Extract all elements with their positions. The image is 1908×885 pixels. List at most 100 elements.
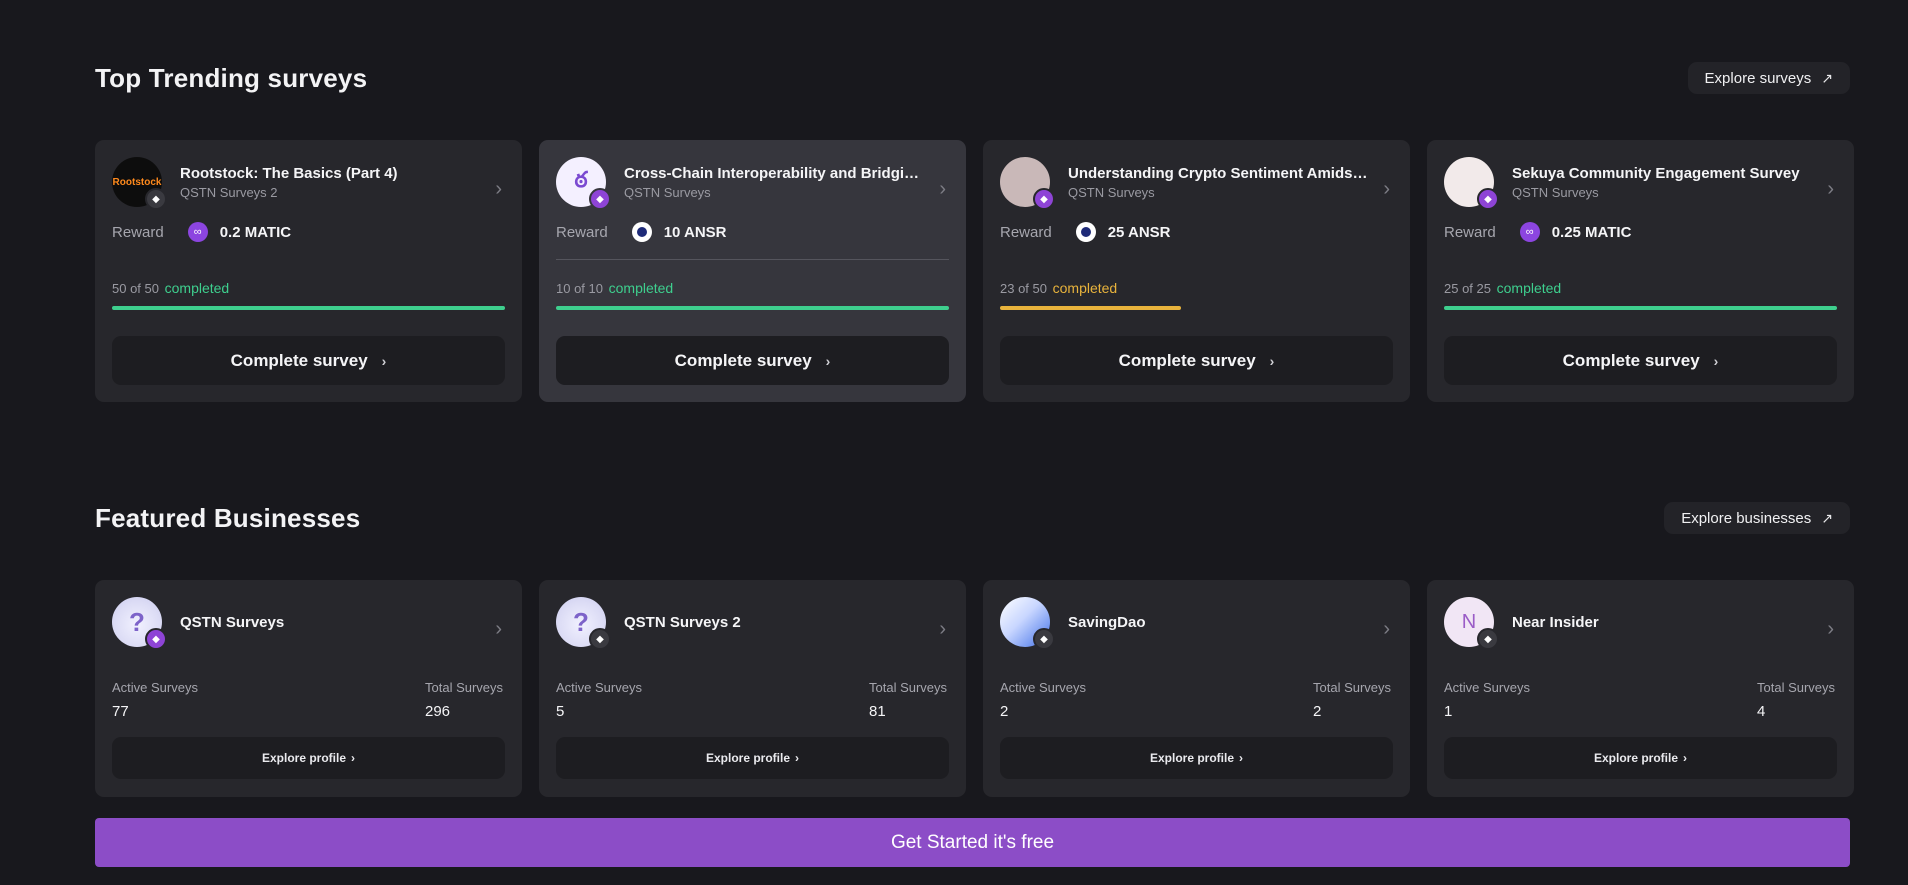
active-surveys-label: Active Surveys (112, 680, 198, 695)
complete-survey-label: Complete survey (1562, 350, 1700, 370)
business-name: QSTN Surveys (180, 613, 285, 631)
complete-survey-button[interactable]: Complete survey › (556, 336, 949, 385)
survey-card[interactable]: ◆ Sekuya Community Engagement Survey QST… (1427, 140, 1854, 402)
survey-title-block: Cross-Chain Interoperability and Bridgin… (624, 165, 924, 200)
chevron-right-icon[interactable]: › (495, 178, 502, 201)
business-name: Near Insider (1512, 613, 1599, 631)
business-card[interactable]: ? ◆ QSTN Surveys › Active Surveys 77 Tot… (95, 580, 522, 797)
get-started-button[interactable]: Get Started it's free (95, 818, 1850, 867)
total-surveys-label: Total Surveys (1313, 680, 1392, 695)
survey-card[interactable]: ◆ Understanding Crypto Sentiment Amidst … (983, 140, 1410, 402)
progress-bar (556, 306, 949, 310)
business-name: SavingDao (1068, 613, 1146, 631)
total-surveys-value: 296 (425, 703, 451, 720)
chevron-right-icon[interactable]: › (1827, 178, 1834, 201)
chevron-right-icon[interactable]: › (939, 178, 946, 201)
complete-survey-label: Complete survey (674, 350, 812, 370)
explore-profile-button[interactable]: Explore profile › (556, 737, 949, 779)
reward-value: 0.2 MATIC (219, 223, 292, 241)
business-card-header: ? ◆ QSTN Surveys 2 (556, 597, 741, 650)
total-surveys-stat: Total Surveys 296 (425, 680, 505, 720)
total-surveys-label: Total Surveys (1757, 680, 1836, 695)
survey-card[interactable]: Rootstock ◆ Rootstock: The Basics (Part … (95, 140, 522, 402)
total-surveys-value: 2 (1313, 703, 1322, 720)
chevron-right-icon[interactable]: › (1383, 178, 1390, 201)
verified-gem-icon: ◆ (1033, 628, 1055, 650)
active-surveys-stat: Active Surveys 1 (1444, 680, 1530, 720)
survey-title-block: Rootstock: The Basics (Part 4) QSTN Surv… (180, 165, 480, 200)
progress-text: 50 of 50 completed (112, 280, 229, 296)
business-avatar: ◆ (1000, 597, 1055, 650)
business-card[interactable]: ? ◆ QSTN Surveys 2 › Active Surveys 5 To… (539, 580, 966, 797)
business-card-header: ◆ SavingDao (1000, 597, 1146, 650)
explore-businesses-button[interactable]: Explore businesses ↗ (1664, 502, 1850, 534)
progress-bar-fill (1000, 306, 1181, 310)
survey-title: Rootstock: The Basics (Part 4) (180, 164, 398, 182)
chevron-right-icon[interactable]: › (939, 618, 946, 641)
explore-profile-button[interactable]: Explore profile › (112, 737, 505, 779)
explore-surveys-button[interactable]: Explore surveys ↗ (1687, 62, 1850, 94)
verified-gem-icon: ◆ (589, 188, 611, 210)
progress-bar (112, 306, 505, 310)
total-surveys-value: 81 (869, 703, 886, 720)
progress-bar-fill (556, 306, 949, 310)
progress-status: completed (1496, 280, 1562, 296)
reward-label: Reward (1444, 223, 1496, 241)
active-surveys-value: 5 (556, 703, 565, 720)
matic-token-icon: ∞ (1519, 222, 1540, 242)
business-avatar: ? ◆ (556, 597, 611, 650)
chevron-right-icon: › (381, 352, 387, 369)
matic-token-icon: ∞ (187, 222, 208, 242)
chevron-right-icon: › (1713, 352, 1719, 369)
reward-row: Reward ∞ 0.2 MATIC (112, 222, 291, 242)
business-card-header: ? ◆ QSTN Surveys (112, 597, 285, 650)
business-stats: Active Surveys 77 Total Surveys 296 (112, 680, 505, 720)
reward-value: 0.25 MATIC (1551, 223, 1632, 241)
verified-gem-icon: ◆ (1477, 188, 1499, 210)
chevron-right-icon: › (1239, 751, 1244, 765)
business-card[interactable]: ◆ SavingDao › Active Surveys 2 Total Sur… (983, 580, 1410, 797)
reward-row: Reward 25 ANSR (1000, 222, 1171, 242)
business-card[interactable]: N ◆ Near Insider › Active Surveys 1 Tota… (1427, 580, 1854, 797)
progress-status: completed (608, 280, 674, 296)
explore-profile-label: Explore profile (1149, 751, 1235, 765)
complete-survey-button[interactable]: Complete survey › (1444, 336, 1837, 385)
businesses-title: Featured Businesses (95, 502, 361, 533)
active-surveys-value: 1 (1444, 703, 1453, 720)
survey-org: QSTN Surveys (1068, 184, 1155, 200)
survey-org: QSTN Surveys (1512, 184, 1599, 200)
ansr-token-icon (1075, 222, 1096, 242)
verified-gem-icon: ◆ (145, 628, 167, 650)
progress-count: 25 of 25 (1444, 281, 1491, 296)
progress-bar-fill (1444, 306, 1837, 310)
divider (556, 259, 949, 260)
explore-surveys-label: Explore surveys (1704, 69, 1812, 87)
reward-label: Reward (556, 223, 608, 241)
explore-profile-button[interactable]: Explore profile › (1000, 737, 1393, 779)
arrow-up-right-icon: ↗ (1821, 509, 1833, 526)
chevron-right-icon[interactable]: › (1383, 618, 1390, 641)
featured-business-list: ? ◆ QSTN Surveys › Active Surveys 77 Tot… (95, 580, 1854, 797)
survey-org: QSTN Surveys 2 (180, 184, 278, 200)
business-stats: Active Surveys 5 Total Surveys 81 (556, 680, 949, 720)
complete-survey-button[interactable]: Complete survey › (112, 336, 505, 385)
active-surveys-value: 77 (112, 703, 129, 720)
verified-gem-icon: ◆ (145, 188, 167, 210)
complete-survey-button[interactable]: Complete survey › (1000, 336, 1393, 385)
verified-gem-icon: ◆ (1033, 188, 1055, 210)
total-surveys-label: Total Surveys (425, 680, 504, 695)
verified-gem-icon: ◆ (589, 628, 611, 650)
survey-title: Understanding Crypto Sentiment Amidst I.… (1068, 164, 1368, 182)
explore-profile-button[interactable]: Explore profile › (1444, 737, 1837, 779)
business-stats: Active Surveys 1 Total Surveys 4 (1444, 680, 1837, 720)
survey-avatar-label: Rootstock (112, 176, 162, 188)
chevron-right-icon[interactable]: › (1827, 618, 1834, 641)
active-surveys-label: Active Surveys (1000, 680, 1086, 695)
progress-text: 10 of 10 completed (556, 280, 673, 296)
chevron-right-icon[interactable]: › (495, 618, 502, 641)
survey-card[interactable]: ఠ ◆ Cross-Chain Interoperability and Bri… (539, 140, 966, 402)
survey-title: Cross-Chain Interoperability and Bridgin… (624, 164, 924, 182)
chevron-right-icon: › (795, 751, 800, 765)
business-avatar: ? ◆ (112, 597, 167, 650)
trending-title: Top Trending surveys (95, 62, 368, 93)
